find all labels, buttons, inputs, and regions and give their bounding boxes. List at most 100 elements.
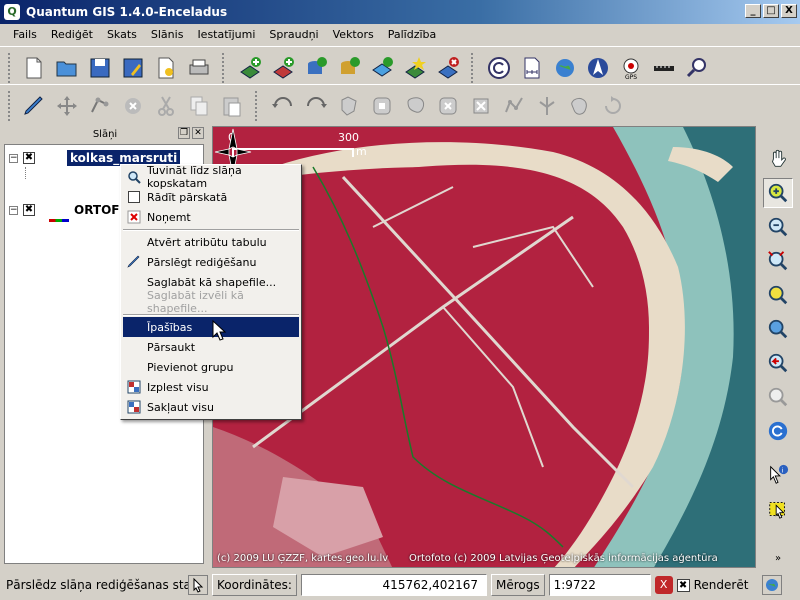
identify-button[interactable]: i [763, 460, 793, 490]
menu-item-open-attribute-table[interactable]: Atvērt atribūtu tabulu [123, 232, 299, 252]
mouse-cursor-icon [212, 320, 227, 341]
open-folder-icon [56, 61, 77, 76]
paste-features-button[interactable] [216, 90, 248, 122]
menu-item-add-group[interactable]: Pievienot grupu [123, 357, 299, 377]
menu-item-toggle-editing[interactable]: Pārslēgt rediģēšanu [123, 252, 299, 272]
svg-text:GPS: GPS [625, 74, 637, 80]
print-composer-button[interactable] [150, 52, 182, 84]
delete-part-button[interactable] [465, 90, 497, 122]
merge-features-button[interactable] [564, 90, 596, 122]
georeferencer-button[interactable] [549, 52, 581, 84]
split-features-button[interactable] [531, 90, 563, 122]
add-island-button[interactable] [399, 90, 431, 122]
remove-layer-button[interactable] [432, 52, 464, 84]
select-features-button[interactable] [763, 494, 793, 524]
magnifier-info-icon [686, 57, 706, 77]
add-vector-layer-button[interactable] [234, 52, 266, 84]
collapse-icon[interactable]: − [9, 205, 18, 215]
menu-rediget[interactable]: Rediģēt [44, 28, 100, 41]
layer-row-ortofoto[interactable]: − ✖ ORTOFO [9, 201, 133, 219]
layer-symbol-icon [45, 153, 67, 163]
menu-spraudni[interactable]: Spraudņi [262, 28, 325, 41]
simplify-feature-button[interactable] [333, 90, 365, 122]
zoom-in-button[interactable] [763, 178, 793, 208]
zoom-to-selection-button[interactable] [763, 280, 793, 310]
gps-tools-button[interactable]: GPS [615, 52, 647, 84]
new-project-button[interactable] [18, 52, 50, 84]
copyright-label-button[interactable] [483, 52, 515, 84]
menu-item-show-in-overview[interactable]: Rādīt pārskatā [123, 187, 299, 207]
save-project-button[interactable] [84, 52, 116, 84]
rotate-label-button[interactable] [597, 90, 629, 122]
redo-button[interactable] [300, 90, 332, 122]
add-postgis-layer-button[interactable] [300, 52, 332, 84]
menu-item-collapse-all[interactable]: Sakļaut visu [123, 397, 299, 417]
coordinates-field[interactable]: 415762,402167 [300, 574, 487, 596]
projection-status-button[interactable] [762, 575, 783, 595]
menu-item-remove[interactable]: Noņemt [123, 207, 299, 227]
pan-button[interactable] [763, 144, 793, 174]
scale-field[interactable]: 1:9722 [548, 574, 651, 596]
undo-button[interactable] [267, 90, 299, 122]
dock-close-button[interactable]: ✕ [192, 127, 204, 139]
pencil-icon [127, 255, 140, 268]
add-wms-layer-button[interactable] [366, 52, 398, 84]
layers-dock-title: Slāņi ❐ ✕ [4, 126, 206, 142]
menu-item-label: Rādīt pārskatā [147, 190, 228, 204]
collapse-icon[interactable]: − [9, 153, 18, 163]
menu-fails[interactable]: Fails [6, 28, 44, 41]
menu-item-properties[interactable]: Īpašības [123, 317, 299, 337]
toolbar-grip[interactable] [8, 52, 12, 83]
zoom-actual-size-button[interactable] [763, 382, 793, 412]
minimize-button[interactable]: _ [745, 4, 761, 18]
toolbar-separator [471, 52, 479, 83]
menu-item-rename[interactable]: Pārsaukt [123, 337, 299, 357]
save-as-button[interactable] [117, 52, 149, 84]
identify-features-button[interactable] [681, 52, 713, 84]
scalebar-button[interactable] [516, 52, 548, 84]
toggle-editing-button[interactable] [18, 90, 50, 122]
copy-features-button[interactable] [183, 90, 215, 122]
menu-skats[interactable]: Skats [100, 28, 144, 41]
open-project-button[interactable] [51, 52, 83, 84]
menu-palidziba[interactable]: Palīdzība [381, 28, 444, 41]
toolbar-grip[interactable] [8, 90, 12, 121]
render-toggle[interactable]: ✖ Renderēt [676, 578, 748, 592]
stop-render-button[interactable]: X [654, 576, 673, 594]
north-arrow-button[interactable] [582, 52, 614, 84]
refresh-button[interactable] [763, 416, 793, 446]
add-spatialite-layer-button[interactable] [333, 52, 365, 84]
zoom-out-button[interactable] [763, 212, 793, 242]
zoom-to-layer-button[interactable] [763, 314, 793, 344]
zoom-full-button[interactable] [763, 246, 793, 276]
delete-selected-button[interactable] [117, 90, 149, 122]
more-tools-chevron-icon[interactable]: » [775, 553, 781, 564]
menu-iestatijumi[interactable]: Iestatījumi [190, 28, 262, 41]
coordinate-toggle-button[interactable] [188, 575, 208, 595]
menu-vektors[interactable]: Vektors [326, 28, 381, 41]
add-ring-button[interactable] [366, 90, 398, 122]
move-feature-button[interactable] [51, 90, 83, 122]
node-tool-button[interactable] [84, 90, 116, 122]
window-controls: _ □ X [745, 4, 797, 18]
close-button[interactable]: X [781, 4, 797, 18]
spatialite-add-icon [341, 56, 360, 74]
menu-slanis[interactable]: Slānis [144, 28, 191, 41]
globe-icon [556, 58, 574, 77]
measure-line-button[interactable] [648, 52, 680, 84]
dock-float-button[interactable]: ❐ [178, 127, 190, 139]
menu-item-expand-all[interactable]: Izplest visu [123, 377, 299, 397]
cut-features-button[interactable] [150, 90, 182, 122]
print-button[interactable] [183, 52, 215, 84]
menu-item-zoom-to-layer[interactable]: Tuvināt līdz slāņa kopskatam [123, 164, 299, 190]
add-raster-layer-button[interactable] [267, 52, 299, 84]
zoom-last-button[interactable] [763, 348, 793, 378]
layer-visibility-checkbox[interactable]: ✖ [23, 152, 35, 164]
render-checkbox[interactable]: ✖ [676, 578, 690, 592]
reshape-features-button[interactable] [498, 90, 530, 122]
new-vector-layer-button[interactable] [399, 52, 431, 84]
scale-label: Mērogs [490, 574, 545, 596]
delete-ring-button[interactable] [432, 90, 464, 122]
layer-visibility-checkbox[interactable]: ✖ [23, 204, 35, 216]
maximize-button[interactable]: □ [763, 4, 779, 18]
